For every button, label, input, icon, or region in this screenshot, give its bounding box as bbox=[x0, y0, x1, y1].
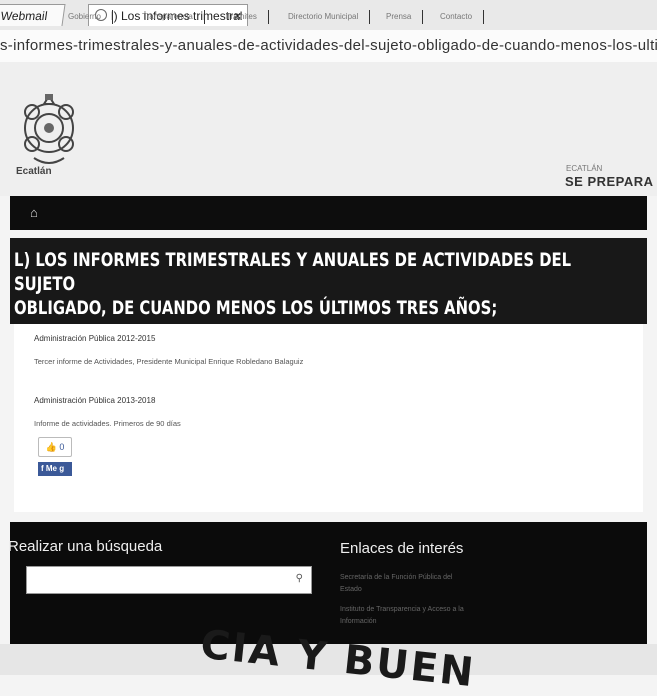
section-heading: Administración Pública 2013-2018 bbox=[34, 396, 156, 405]
tab-label: Webmail bbox=[0, 9, 49, 23]
browser-tab-webmail[interactable]: Webmail bbox=[0, 4, 66, 26]
coat-of-arms-logo[interactable] bbox=[14, 92, 84, 170]
logo-caption: Ecatlán bbox=[16, 166, 52, 177]
section-heading: Administración Pública 2012-2015 bbox=[34, 334, 156, 343]
page-title-line1: L) LOS INFORMES TRIMESTRALES Y ANUALES D… bbox=[14, 249, 572, 295]
facebook-share-button[interactable]: f Me g bbox=[38, 462, 72, 476]
nav-item-tramites[interactable]: Trámites bbox=[226, 10, 269, 24]
search-icon[interactable]: ⚲ bbox=[296, 573, 303, 584]
brand-slogan: SE PREPARA bbox=[565, 174, 654, 189]
brand-small-text: ECATLÁN bbox=[566, 164, 603, 173]
home-icon[interactable]: ⌂ bbox=[30, 205, 38, 220]
footer-link[interactable]: Instituto de Transparencia y Acceso a la… bbox=[340, 604, 470, 628]
document-link[interactable]: Tercer informe de Actividades, President… bbox=[34, 357, 303, 366]
nav-item-prensa[interactable]: Prensa bbox=[386, 10, 424, 24]
like-count: 0 bbox=[59, 442, 65, 452]
address-bar[interactable]: s-informes-trimestrales-y-anuales-de-act… bbox=[0, 30, 657, 63]
like-button[interactable]: 👍 0 bbox=[38, 437, 72, 457]
nav-item-contacto[interactable]: Contacto bbox=[440, 10, 485, 24]
site-header bbox=[0, 62, 657, 196]
page-title-line2: OBLIGADO, DE CUANDO MENOS LOS ÚLTIMOS TR… bbox=[14, 297, 498, 319]
page-title: L) LOS INFORMES TRIMESTRALES Y ANUALES D… bbox=[14, 248, 615, 320]
main-nav: ⌂ bbox=[10, 196, 647, 230]
links-heading: Enlaces de interés bbox=[340, 540, 464, 557]
nav-item-directorio[interactable]: Directorio Municipal bbox=[288, 10, 371, 24]
nav-item-gobierno[interactable]: Gobierno bbox=[68, 10, 113, 24]
document-link[interactable]: Informe de actividades. Primeros de 90 d… bbox=[34, 419, 181, 428]
content-panel bbox=[14, 324, 643, 512]
share-label: Me g bbox=[45, 464, 65, 473]
search-input[interactable]: ⚲ bbox=[26, 566, 312, 594]
url-text: s-informes-trimestrales-y-anuales-de-act… bbox=[0, 37, 657, 54]
nav-item-transparencia[interactable]: Transparencia bbox=[142, 10, 205, 24]
search-heading: Realizar una búsqueda bbox=[8, 538, 163, 555]
footer-link[interactable]: Secretaría de la Función Pública del Est… bbox=[340, 572, 470, 596]
